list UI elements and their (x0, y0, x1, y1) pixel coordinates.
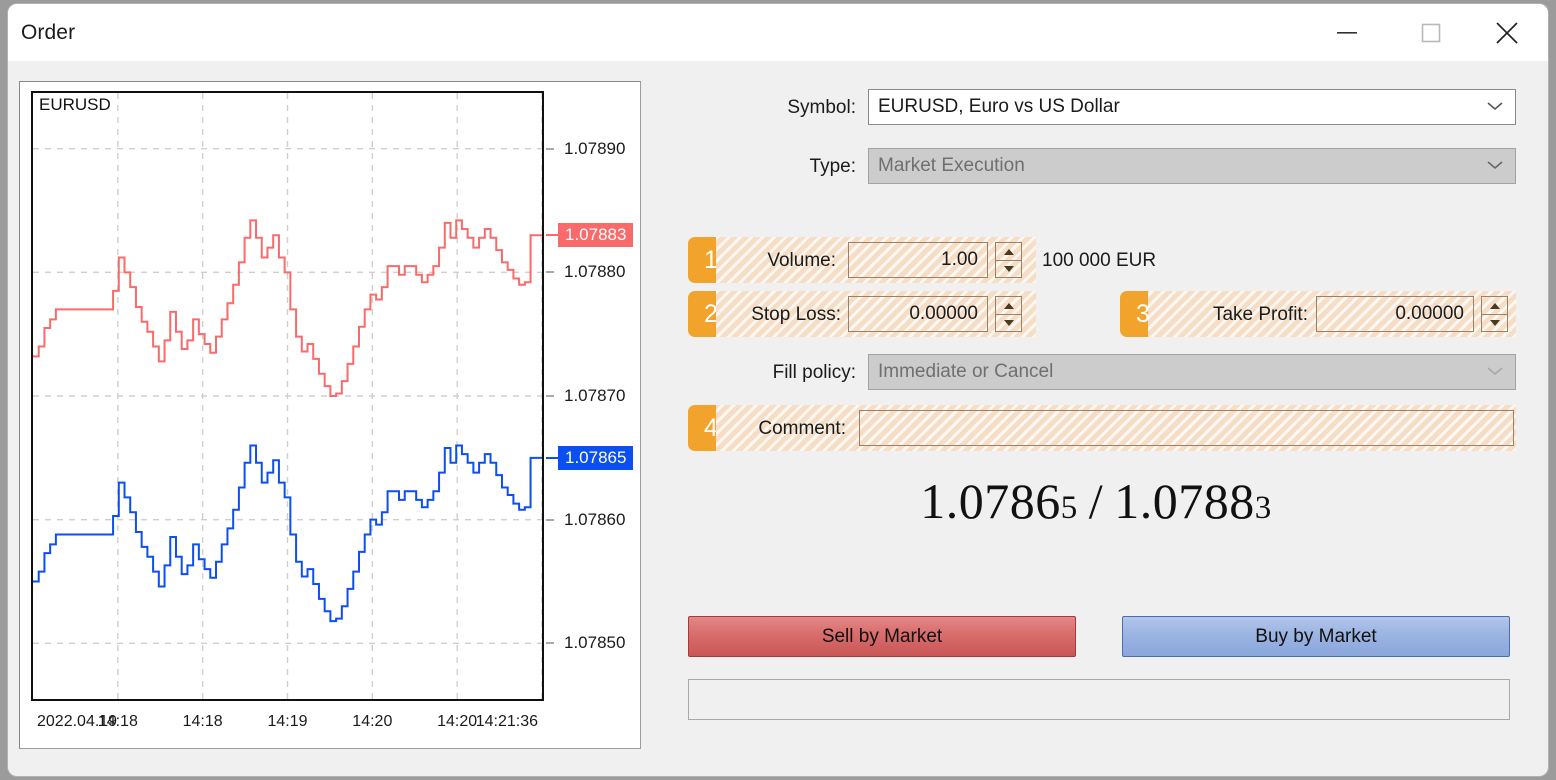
volume-stepper[interactable] (995, 242, 1022, 278)
fill-policy-select[interactable]: Immediate or Cancel (868, 354, 1516, 390)
sell-button-label: Sell by Market (821, 625, 943, 647)
volume-stepper-down[interactable] (996, 260, 1021, 277)
chart-y-tick-mark (546, 271, 554, 273)
comment-input[interactable] (859, 410, 1514, 446)
stop-loss-label: Stop Loss: (751, 304, 841, 325)
comment-label: Comment: (758, 418, 846, 439)
status-bar (688, 679, 1510, 720)
volume-stepper-up[interactable] (996, 243, 1021, 261)
take-profit-value: 0.00000 (1395, 303, 1464, 324)
stop-loss-stepper-down[interactable] (996, 314, 1021, 331)
symbol-label: Symbol: (787, 97, 856, 118)
window-title: Order (21, 21, 76, 44)
symbol-select[interactable]: EURUSD, Euro vs US Dollar (868, 89, 1516, 125)
ask-price-badge: 1.07883 (558, 223, 634, 248)
stop-loss-input[interactable]: 0.00000 (848, 296, 988, 332)
type-value: Market Execution (878, 155, 1025, 176)
chart-gridlines-horizontal (33, 147, 542, 645)
chart-y-tick-label: 1.07850 (564, 633, 626, 653)
triangle-up-icon (1003, 248, 1014, 255)
chevron-down-icon (1487, 363, 1503, 381)
chart-x-tick-label: 14:21:36 (475, 713, 538, 730)
chart-y-tick-mark (546, 148, 554, 150)
price-quote: 1.07865 /1.07883 (656, 472, 1536, 530)
fill-policy-value: Immediate or Cancel (878, 361, 1054, 382)
chevron-down-icon (1487, 98, 1503, 116)
chart-y-tick-label: 1.07860 (564, 509, 626, 529)
fill-policy-label: Fill policy: (772, 362, 856, 383)
chart-plot-area[interactable] (31, 91, 544, 701)
order-dialog-window: Order EURUSD 1.07890 1.07880 1.07870 1.0… (8, 4, 1548, 776)
triangle-down-icon (1489, 319, 1500, 326)
chart-svg (33, 93, 542, 699)
take-profit-stepper-up[interactable] (1482, 297, 1507, 315)
quote-ask-last: 3 (1254, 490, 1272, 526)
take-profit-stepper-down[interactable] (1482, 314, 1507, 331)
stop-loss-stepper[interactable] (995, 296, 1022, 332)
sell-by-market-button[interactable]: Sell by Market (688, 616, 1076, 657)
bid-price-badge: 1.07865 (558, 445, 634, 470)
triangle-up-icon (1489, 302, 1500, 309)
chart-line-bid (33, 444, 542, 623)
take-profit-input[interactable]: 0.00000 (1316, 296, 1474, 332)
buy-by-market-button[interactable]: Buy by Market (1122, 616, 1510, 657)
stop-loss-value: 0.00000 (909, 303, 978, 324)
chart-y-tick-mark (546, 519, 554, 521)
order-form: Symbol: EURUSD, Euro vs US Dollar Type: … (656, 74, 1536, 754)
title-bar: Order (8, 4, 1548, 61)
chart-x-tick-label: 14:20 (437, 713, 478, 730)
triangle-down-icon (1003, 265, 1014, 272)
take-profit-stepper[interactable] (1481, 296, 1508, 332)
chart-y-tick-label: 1.07890 (564, 138, 626, 158)
chart-x-tick-label: 14:20 (352, 713, 393, 730)
minimize-icon (1336, 27, 1358, 39)
chevron-down-icon (1487, 157, 1503, 175)
close-button[interactable] (1476, 4, 1538, 61)
chart-x-tick-label: 14:18 (182, 713, 223, 730)
chart-y-tick-mark (546, 642, 554, 644)
chart-symbol-label: EURUSD (39, 95, 111, 114)
quote-bid-last: 5 (1060, 490, 1078, 526)
chart-y-tick-mark (546, 395, 554, 397)
quote-separator: / (1088, 473, 1104, 529)
symbol-value: EURUSD, Euro vs US Dollar (878, 96, 1120, 117)
buy-button-label: Buy by Market (1255, 625, 1377, 647)
chart-x-tick-label: 14:19 (267, 713, 308, 730)
volume-input[interactable]: 1.00 (848, 242, 988, 278)
chart-y-axis: 1.07890 1.07880 1.07870 1.07860 1.07850 1.07… (546, 91, 642, 701)
volume-label: Volume: (767, 250, 836, 271)
type-select[interactable]: Market Execution (868, 148, 1516, 184)
triangle-down-icon (1003, 319, 1014, 326)
price-chart-panel: EURUSD 1.07890 1.07880 1.07870 1.07860 1.078… (19, 81, 641, 749)
triangle-up-icon (1003, 302, 1014, 309)
chart-y-tick-label: 1.07880 (564, 262, 626, 282)
take-profit-label: Take Profit: (1212, 304, 1308, 325)
minimize-button[interactable] (1316, 4, 1378, 61)
chart-x-axis: 2022.04.19 14:18 14:18 14:19 14:20 14:20 14:21… (31, 703, 544, 743)
close-icon (1494, 20, 1520, 46)
volume-note: 100 000 EUR (1042, 250, 1157, 271)
type-label: Type: (809, 156, 856, 177)
chart-y-tick-label: 1.07870 (564, 386, 626, 405)
maximize-button[interactable] (1400, 4, 1462, 61)
stop-loss-stepper-up[interactable] (996, 297, 1021, 315)
volume-value: 1.00 (941, 249, 978, 270)
chart-x-tick-label: 14:18 (97, 713, 138, 730)
maximize-icon (1421, 23, 1441, 43)
quote-ask-main: 1.0788 (1114, 473, 1255, 529)
quote-bid-main: 1.0786 (920, 473, 1061, 529)
